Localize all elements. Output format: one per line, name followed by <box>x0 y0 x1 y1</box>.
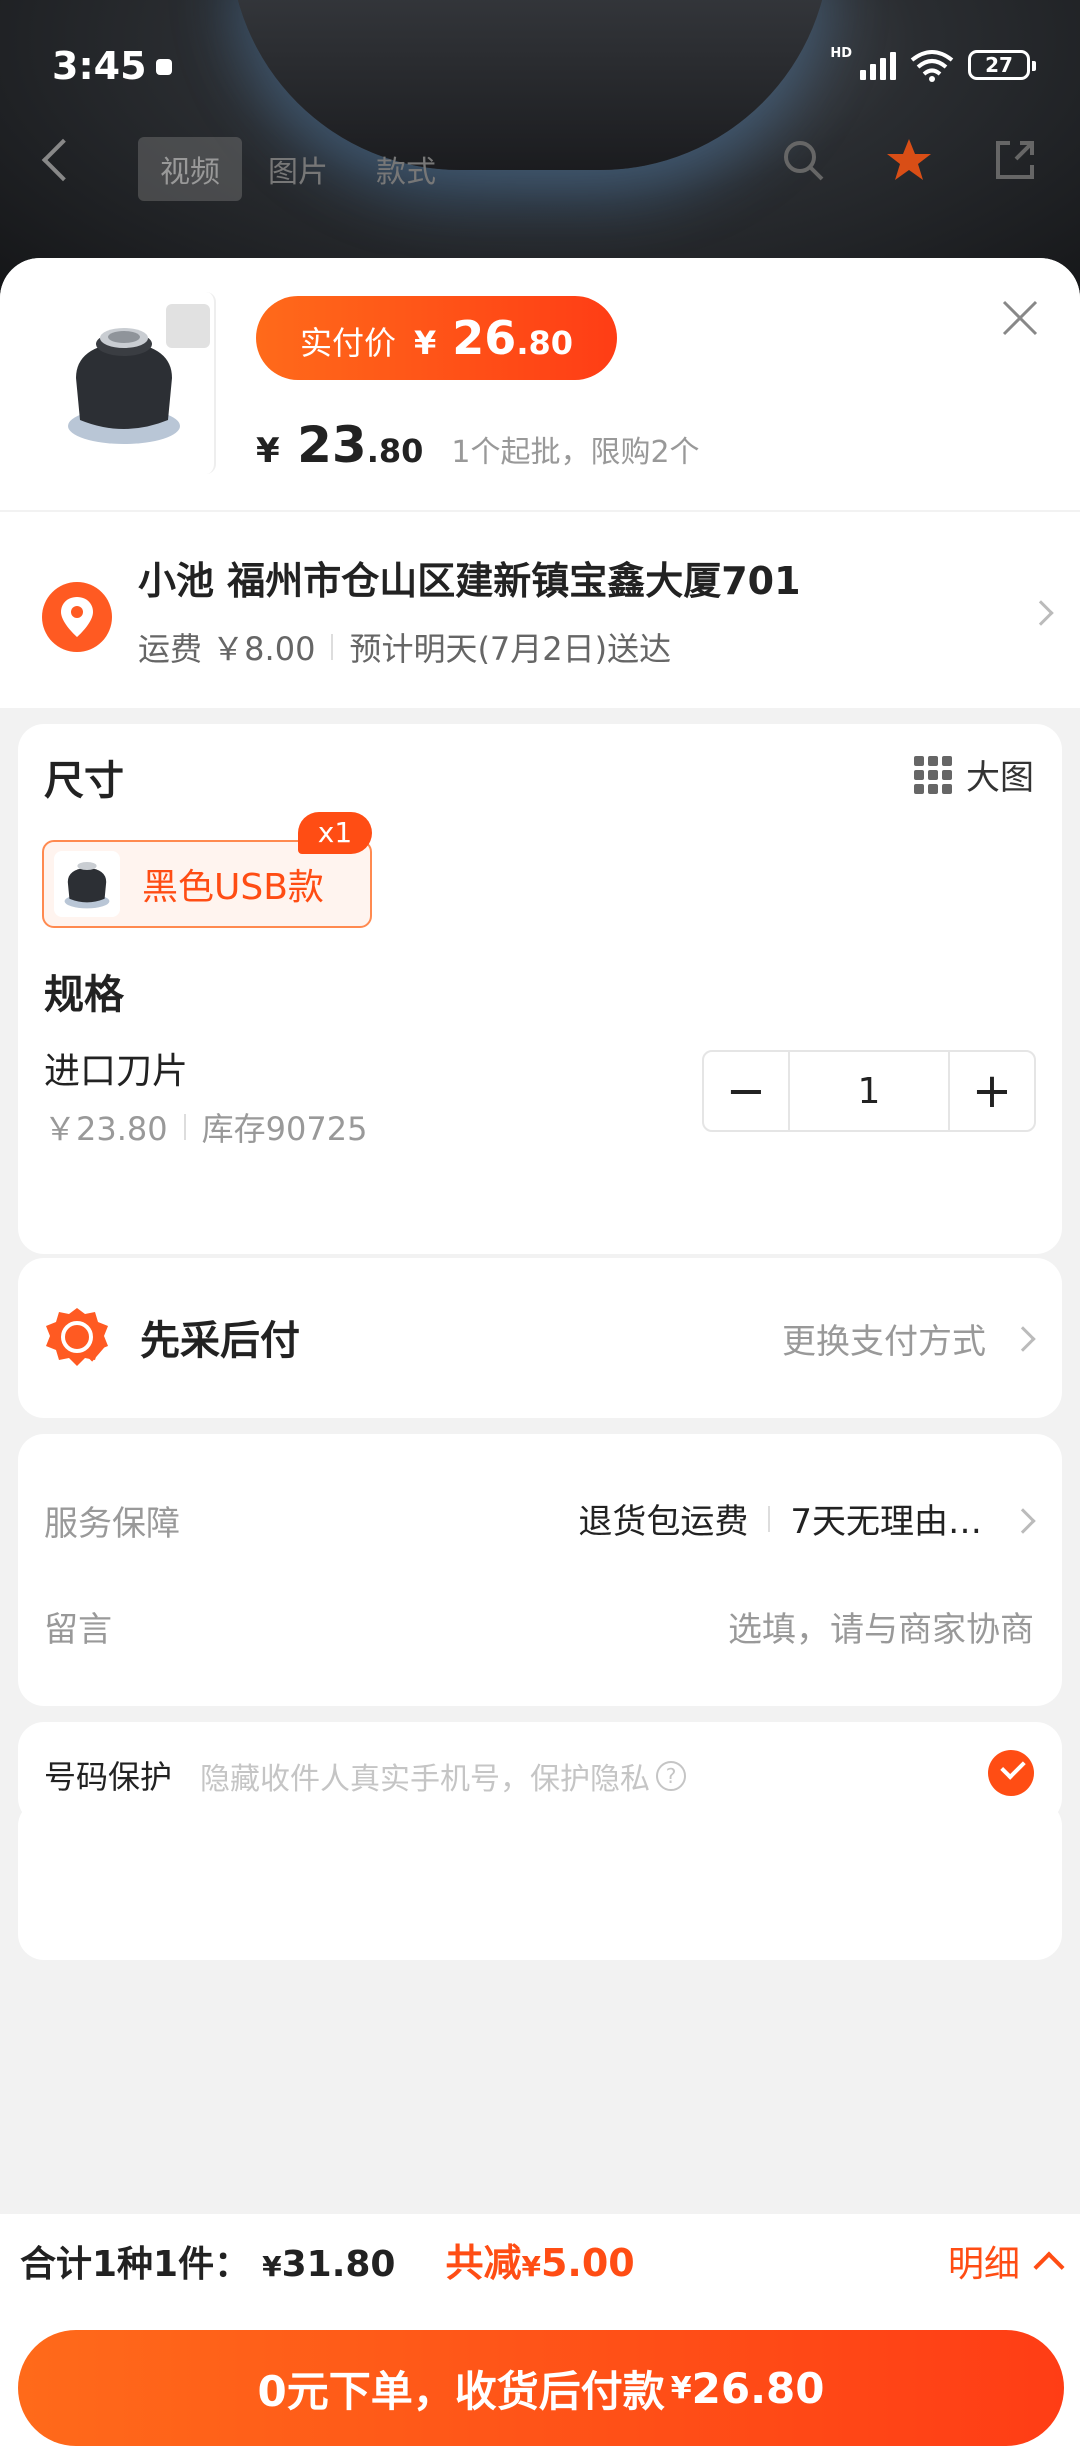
actual-price-pill: 实付价 ¥ 26.80 <box>256 296 617 380</box>
shipping-info: 运费 ￥8.00 预计明天(7月2日)送达 <box>138 624 671 670</box>
service-tags[interactable]: 退货包运费 7天无理由… <box>578 1494 982 1543</box>
submit-order-button[interactable]: 0元下单，收货后付款 ¥ 26.80 <box>18 2330 1064 2446</box>
divider <box>768 1505 771 1532</box>
pay-later-label: 先采后付 <box>140 1318 300 1364</box>
divider <box>183 1114 186 1140</box>
actual-price-label: 实付价 <box>300 324 397 362</box>
unit-price-row: ¥ 23.80 1个起批，限购2个 <box>256 416 700 474</box>
size-title: 尺寸 <box>44 758 124 804</box>
location-icon <box>42 582 112 652</box>
shipping-address[interactable]: 小池 福州市仓山区建新镇宝鑫大厦701 运费 ￥8.00 预计明天(7月2日)送… <box>0 510 1080 708</box>
battery-level: 27 <box>985 53 1013 77</box>
detail-toggle[interactable]: 明细 <box>947 2235 1065 2287</box>
checkout-bar: 合计1种1件： ¥31.80 共减¥5.00 明细 0元下单，收货后付款 ¥ 2… <box>0 2214 1080 2460</box>
top-nav: 视频 图片 款式 <box>0 135 1080 201</box>
privacy-desc: 隐藏收件人真实手机号，保护隐私 ? <box>200 1754 686 1798</box>
submit-amount: 26.80 <box>691 2363 825 2413</box>
divider <box>331 634 334 660</box>
status-bar: 3:45 HD 27 <box>0 0 1080 130</box>
batch-limit-text: 1个起批，限购2个 <box>451 435 700 470</box>
submit-label: 0元下单，收货后付款 <box>257 2366 665 2416</box>
option-label: 黑色USB款 <box>142 867 324 908</box>
chevron-up-icon <box>1033 2251 1065 2283</box>
service-card: 服务保障 退货包运费 7天无理由… 留言 选填，请与商家协商 <box>18 1434 1062 1706</box>
nav-actions <box>778 135 1040 185</box>
spec-item-meta: ￥23.80 库存90725 <box>44 1104 367 1150</box>
decrease-button[interactable]: − <box>704 1052 788 1130</box>
chevron-right-icon <box>1010 1326 1036 1352</box>
service-tag-7day: 7天无理由… <box>790 1502 982 1542</box>
status-time: 3:45 <box>52 44 147 88</box>
tab-styles[interactable]: 款式 <box>354 137 458 201</box>
option-qty-badge: x1 <box>298 812 372 854</box>
service-tag-free-return: 退货包运费 <box>578 1502 749 1542</box>
spec-title: 规格 <box>44 972 124 1018</box>
message-label: 留言 <box>44 1610 112 1650</box>
signal-icon <box>860 50 896 80</box>
close-icon[interactable] <box>1000 298 1040 338</box>
grid-icon <box>914 755 952 794</box>
spec-item-price: ￥23.80 <box>44 1110 168 1148</box>
address-line: 小池 福州市仓山区建新镇宝鑫大厦701 <box>138 559 801 603</box>
expand-icon[interactable] <box>166 304 210 348</box>
tab-images[interactable]: 图片 <box>246 137 350 201</box>
total-row: 合计1种1件： ¥31.80 共减¥5.00 明细 <box>20 2232 1065 2288</box>
pay-later-card[interactable]: 先采后付 更换支付方式 <box>18 1258 1062 1418</box>
product-media-background: 3:45 HD 27 视频 图片 款式 <box>0 0 1080 300</box>
change-payment-link[interactable]: 更换支付方式 <box>782 1314 986 1363</box>
big-image-label: 大图 <box>966 758 1034 798</box>
unit-price: ¥ 23.80 <box>256 416 424 474</box>
payment-method-card[interactable] <box>18 1800 1062 1960</box>
privacy-checkbox[interactable] <box>988 1750 1034 1796</box>
pay-later-icon <box>46 1308 108 1366</box>
chevron-right-icon <box>1010 1508 1036 1534</box>
privacy-label: 号码保护 <box>44 1758 173 1796</box>
wifi-icon <box>910 50 954 82</box>
media-tabs: 视频 图片 款式 <box>138 137 458 201</box>
discount-amount: 共减¥5.00 <box>445 2241 635 2285</box>
size-card: 尺寸 大图 黑色USB款 x1 规格 进口刀片 ￥23.80 库存90725 −… <box>18 724 1062 1254</box>
total-label: 合计1种1件： <box>20 2244 251 2285</box>
sheet-header: 实付价 ¥ 26.80 ¥ 23.80 1个起批，限购2个 <box>0 258 1080 510</box>
back-icon[interactable] <box>41 138 85 182</box>
big-image-toggle[interactable]: 大图 <box>914 750 1034 799</box>
spec-item-stock: 库存90725 <box>201 1110 368 1148</box>
hd-label: HD <box>830 45 852 61</box>
privacy-card: 号码保护 隐藏收件人真实手机号，保护隐私 ? <box>18 1722 1062 1824</box>
message-input[interactable]: 选填，请与商家协商 <box>728 1602 1034 1651</box>
privacy-desc-text: 隐藏收件人真实手机号，保护隐私 <box>200 1762 650 1797</box>
chevron-right-icon <box>1028 600 1054 626</box>
tab-video[interactable]: 视频 <box>138 137 242 201</box>
battery-icon: 27 <box>968 50 1036 80</box>
detail-label: 明细 <box>947 2244 1020 2285</box>
notification-icon <box>156 59 172 75</box>
delivery-estimate: 预计明天(7月2日)送达 <box>349 630 672 668</box>
quantity-value[interactable]: 1 <box>788 1052 950 1130</box>
quantity-stepper: − 1 + <box>702 1050 1036 1132</box>
search-icon[interactable] <box>778 135 828 185</box>
total-price: ¥31.80 <box>262 2244 396 2285</box>
status-indicators: HD 27 <box>830 45 1036 82</box>
star-icon[interactable] <box>884 135 934 185</box>
service-label: 服务保障 <box>44 1504 180 1544</box>
help-icon[interactable]: ? <box>656 1761 686 1791</box>
spec-item-name: 进口刀片 <box>44 1051 189 1092</box>
submit-currency: ¥ <box>670 2370 692 2406</box>
increase-button[interactable]: + <box>950 1052 1034 1130</box>
share-icon[interactable] <box>990 135 1040 185</box>
shipping-fee: 运费 ￥8.00 <box>138 630 316 668</box>
actual-price-value: ¥ 26.80 <box>414 311 573 365</box>
option-thumbnail <box>54 851 120 917</box>
